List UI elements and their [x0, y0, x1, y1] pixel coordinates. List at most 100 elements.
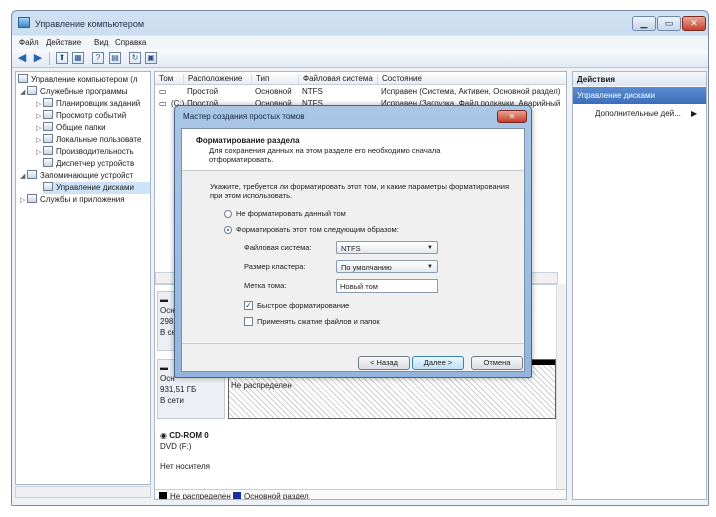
console-tree: Управление компьютером (л ◢ Служебные про…	[15, 71, 151, 485]
cancel-button[interactable]: Отмена	[471, 356, 523, 370]
column-volume[interactable]: Том	[155, 74, 173, 85]
filesystem-value: NTFS	[341, 244, 361, 253]
tree-item-task-scheduler[interactable]: ▷ Планировщик заданий	[36, 98, 140, 110]
tree-item-label: Диспетчер устройств	[56, 159, 135, 168]
dialog-prompt: Укажите, требуется ли форматировать этот…	[210, 182, 510, 200]
up-folder-icon[interactable]: ⬆	[56, 52, 68, 64]
dropdown-arrow-icon: ▼	[427, 264, 433, 270]
actions-section-disk-management[interactable]: Управление дисками	[573, 87, 706, 104]
shared-folder-icon	[43, 122, 53, 131]
tree-item-label: Служебные программы	[40, 87, 128, 96]
next-button[interactable]: Далее >	[412, 356, 464, 370]
tree-item-services-apps[interactable]: ▷ Службы и приложения	[20, 194, 125, 206]
back-arrow-icon[interactable]: ◀	[16, 52, 28, 64]
quick-format-checkbox[interactable]: ✓	[244, 301, 253, 310]
clock-icon	[43, 98, 53, 107]
dialog-heading: Форматирование раздела	[196, 136, 300, 145]
disk-panel-scrollbar[interactable]	[556, 284, 566, 489]
tree-item-device-manager[interactable]: Диспетчер устройств	[43, 158, 134, 170]
volume-list-header: Том Расположение Тип Файловая система Со…	[155, 72, 566, 85]
tree-item-shared-folders[interactable]: ▷ Общие папки	[36, 122, 106, 134]
actions-more-item[interactable]: Дополнительные дей... ▶	[595, 109, 705, 118]
volume-layout: Простой	[187, 87, 219, 96]
volume-label-label: Метка тома:	[244, 281, 287, 290]
cluster-size-value: По умолчанию	[341, 263, 392, 272]
tree-item-storage[interactable]: ◢ Запоминающие устройст	[20, 170, 133, 182]
tree-horizontal-scrollbar[interactable]	[15, 486, 151, 498]
radio-format[interactable]	[224, 226, 232, 234]
disk-management-icon	[43, 182, 53, 191]
dialog-close-button[interactable]: ✕	[497, 110, 527, 123]
column-filesystem[interactable]: Файловая система	[298, 74, 373, 85]
tree-item-event-viewer[interactable]: ▷ Просмотр событий	[36, 110, 126, 122]
show-hide-tree-icon[interactable]: ▦	[72, 52, 84, 64]
tree-item-label: Управление дисками	[56, 183, 134, 192]
tree-item-label: Службы и приложения	[40, 195, 125, 204]
users-icon	[43, 134, 53, 143]
close-button[interactable]: ✕	[682, 16, 706, 31]
compression-label[interactable]: Применять сжатие файлов и папок	[257, 317, 380, 326]
volume-row[interactable]: ▭ Простой Основной NTFS Исправен (Систем…	[155, 86, 566, 98]
menu-action[interactable]: Действие	[46, 38, 81, 47]
menu-view[interactable]: Вид	[94, 38, 108, 47]
radio-no-format-label[interactable]: Не форматировать данный том	[236, 209, 346, 218]
help-icon[interactable]: ?	[92, 52, 104, 64]
tree-item-disk-management[interactable]: Управление дисками	[43, 182, 150, 194]
cdrom-label[interactable]: ◉ CD-ROM 0 DVD (F:) Нет носителя	[157, 427, 225, 477]
column-layout[interactable]: Расположение	[183, 74, 242, 85]
tree-item-root[interactable]: Управление компьютером (л	[18, 74, 138, 86]
volume-type: Основной	[255, 87, 292, 96]
legend-primary-swatch	[233, 492, 241, 499]
legend: Не распределен Основной раздел	[155, 489, 566, 499]
column-type[interactable]: Тип	[251, 74, 269, 85]
volume-label-input[interactable]: Новый том	[336, 279, 438, 293]
toolbar-separator	[49, 52, 50, 65]
tree-item-label: Управление компьютером (л	[31, 75, 138, 84]
tree-item-label: Просмотр событий	[56, 111, 127, 120]
chevron-right-icon: ▶	[691, 109, 698, 118]
computer-icon	[18, 74, 28, 83]
refresh-icon[interactable]: ↻	[129, 52, 141, 64]
cluster-size-select[interactable]: По умолчанию ▼	[336, 260, 438, 273]
expand-arrow-icon[interactable]: ▷	[20, 195, 27, 207]
minimize-button[interactable]: ▁	[632, 16, 656, 31]
cdrom-media: Нет носителя	[160, 462, 210, 471]
volume-fs: NTFS	[302, 87, 323, 96]
tree-item-label: Производительность	[56, 147, 134, 156]
dialog-subheading: Для сохранения данных на этом разделе ег…	[209, 146, 441, 164]
collapse-arrow-icon[interactable]: ◢	[20, 171, 27, 183]
export-icon[interactable]: ▣	[145, 52, 157, 64]
drive-icon: ▭	[159, 87, 167, 96]
dialog-body: Форматирование раздела Для сохранения да…	[181, 128, 525, 372]
back-button[interactable]: < Назад	[358, 356, 410, 370]
quick-format-label[interactable]: Быстрое форматирование	[257, 301, 349, 310]
cdrom-icon: ◉	[160, 431, 170, 440]
actions-pane: Действия Управление дисками Дополнительн…	[572, 71, 707, 500]
computer-management-icon	[18, 17, 30, 28]
tree-item-system-tools[interactable]: ◢ Служебные программы	[20, 86, 127, 98]
tree-item-label: Локальные пользовате	[56, 135, 142, 144]
tree-item-local-users[interactable]: ▷ Локальные пользовате	[36, 134, 141, 146]
maximize-button[interactable]: ▭	[657, 16, 681, 31]
radio-no-format[interactable]	[224, 210, 232, 218]
expand-arrow-icon[interactable]: ▷	[36, 147, 43, 159]
cdrom-drive: DVD (F:)	[160, 442, 192, 451]
tools-icon	[27, 86, 37, 95]
radio-format-label[interactable]: Форматировать этот том следующим образом…	[236, 225, 399, 234]
performance-icon	[43, 146, 53, 155]
menu-help[interactable]: Справка	[115, 38, 146, 47]
tree-item-performance[interactable]: ▷ Производительность	[36, 146, 134, 158]
legend-primary: Основной раздел	[233, 492, 309, 499]
toolbar: ◀ ▶ ⬆ ▦ ? ▤ ↻ ▣	[12, 49, 708, 68]
filesystem-select[interactable]: NTFS ▼	[336, 241, 438, 254]
legend-unallocated-swatch	[159, 492, 167, 499]
properties-icon[interactable]: ▤	[109, 52, 121, 64]
title-bar[interactable]: Управление компьютером ▁ ▭ ✕	[12, 11, 708, 35]
partition-status: Не распределен	[231, 381, 292, 390]
collapse-arrow-icon[interactable]: ◢	[20, 87, 27, 99]
column-status[interactable]: Состояние	[377, 74, 422, 85]
forward-arrow-icon[interactable]: ▶	[32, 52, 44, 64]
compression-checkbox[interactable]	[244, 317, 253, 326]
menu-file[interactable]: Файл	[19, 38, 39, 47]
device-manager-icon	[43, 158, 53, 167]
